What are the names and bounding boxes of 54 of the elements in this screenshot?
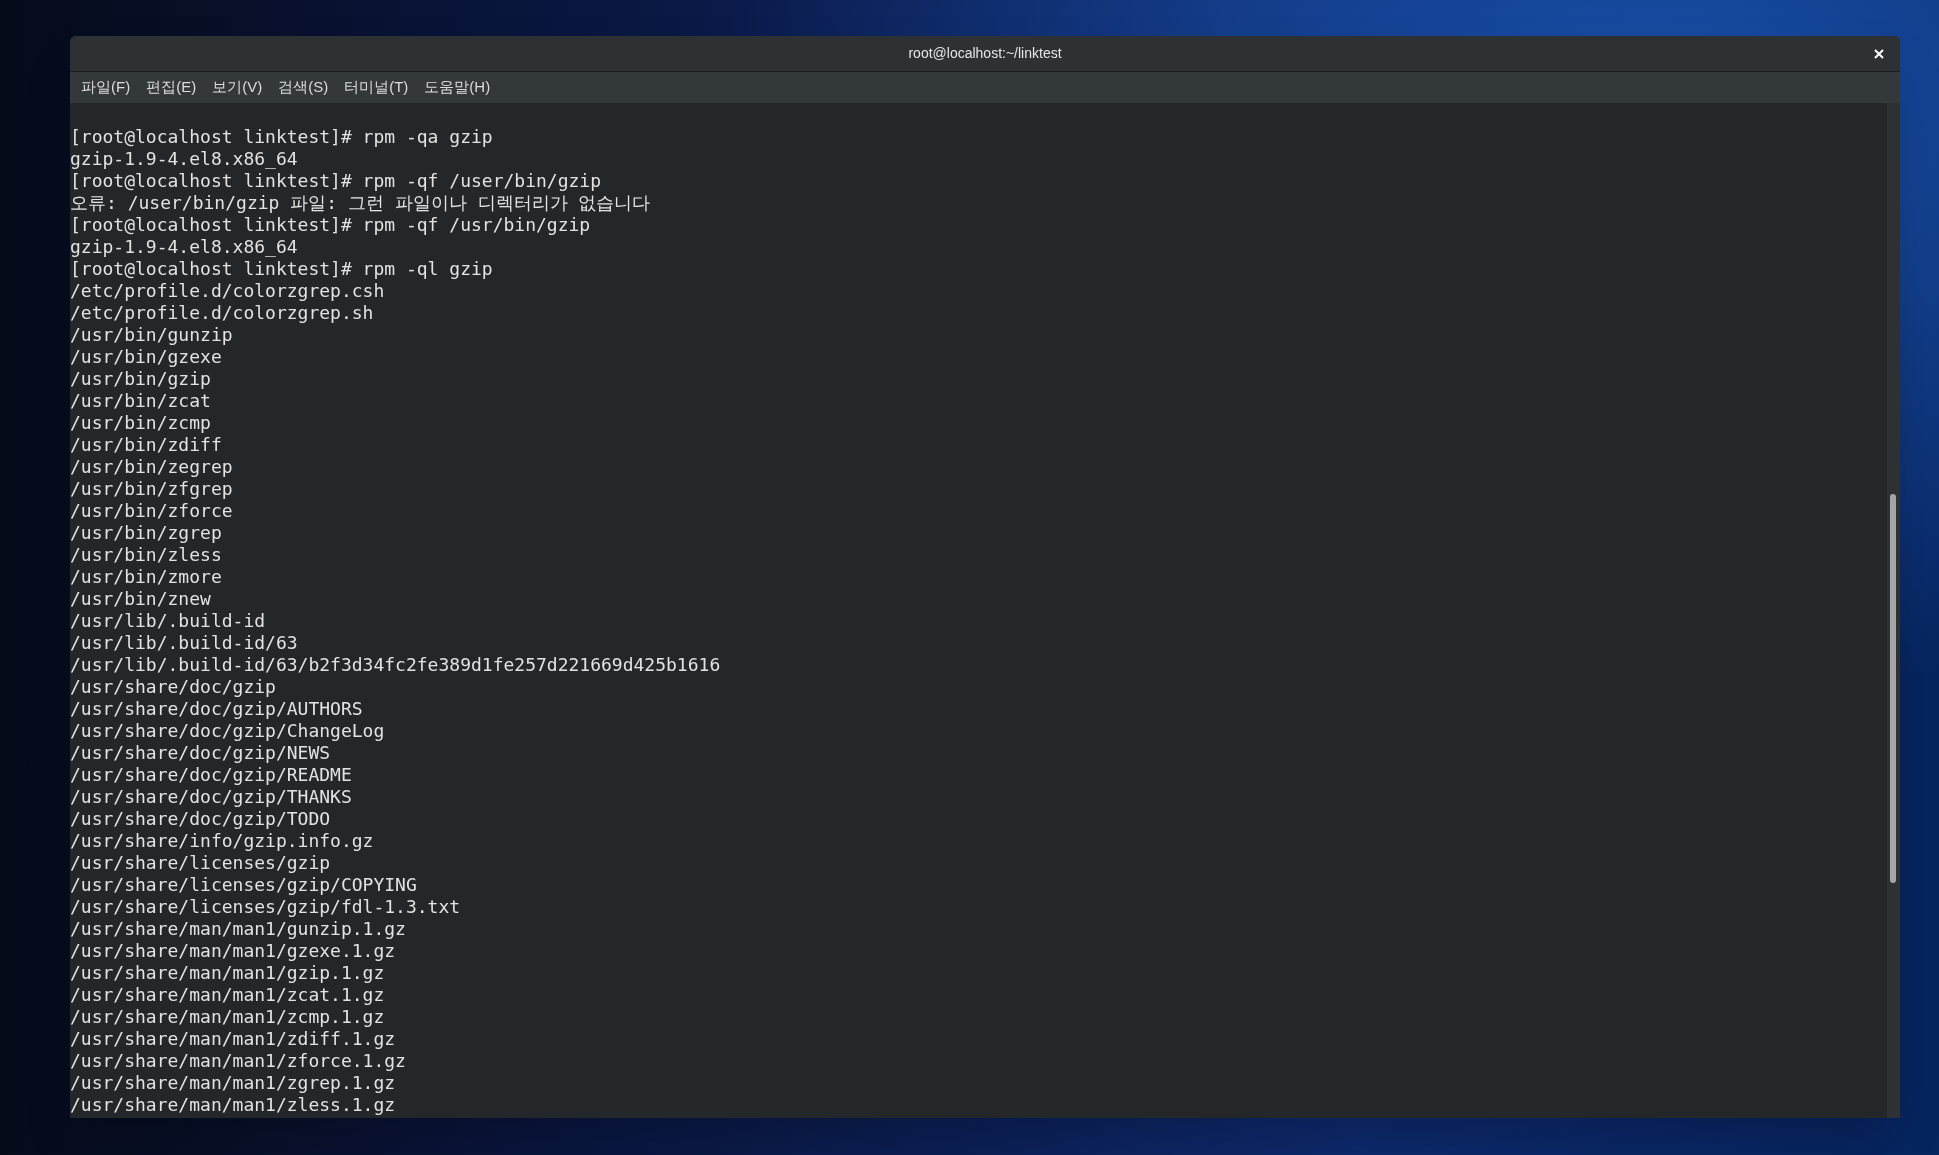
- terminal-line: 오류: /user/bin/gzip 파일: 그런 파일이나 디렉터리가 없습니다: [70, 192, 651, 214]
- terminal-line: /usr/share/doc/gzip: [70, 676, 276, 698]
- menu-item[interactable]: 편집(E): [139, 76, 204, 99]
- terminal-line: /usr/share/licenses/gzip/fdl-1.3.txt: [70, 896, 461, 918]
- terminal-line: gzip-1.9-4.el8.x86_64: [70, 148, 298, 170]
- terminal-line: /usr/bin/zdiff: [70, 434, 222, 456]
- terminal-line: /usr/bin/zcmp: [70, 412, 211, 434]
- scrollbar-thumb[interactable]: [1890, 494, 1896, 883]
- terminal-line: /usr/share/man/man1/zdiff.1.gz: [70, 1028, 396, 1050]
- terminal-line: /usr/lib/.build-id: [70, 610, 266, 632]
- menu-item[interactable]: 터미널(T): [337, 76, 416, 99]
- terminal-line: /usr/share/doc/gzip/NEWS: [70, 742, 331, 764]
- menu-item[interactable]: 도움말(H): [417, 76, 498, 99]
- terminal-line: [root@localhost linktest]# rpm -ql gzip: [70, 258, 493, 280]
- terminal-line: /usr/share/doc/gzip/TODO: [70, 808, 331, 830]
- window-title: root@localhost:~/linktest: [908, 44, 1062, 63]
- terminal-line: /etc/profile.d/colorzgrep.sh: [70, 302, 374, 324]
- terminal-line: /usr/bin/zforce: [70, 500, 233, 522]
- terminal-line: /usr/lib/.build-id/63/b2f3d34fc2fe389d1fe257d221669d425b1616: [70, 654, 721, 676]
- terminal-line: /usr/share/doc/gzip/README: [70, 764, 352, 786]
- terminal-line: /usr/share/licenses/gzip/COPYING: [70, 874, 417, 896]
- terminal-line: /usr/bin/zgrep: [70, 522, 222, 544]
- terminal-line: /usr/share/info/gzip.info.gz: [70, 830, 374, 852]
- terminal-line: /usr/share/doc/gzip/AUTHORS: [70, 698, 363, 720]
- terminal-line: /usr/share/man/man1/zcat.1.gz: [70, 984, 385, 1006]
- terminal-line: /usr/share/man/man1/zgrep.1.gz: [70, 1072, 396, 1094]
- menu-item[interactable]: 검색(S): [271, 76, 336, 99]
- terminal-line: /usr/share/man/man1/gzexe.1.gz: [70, 940, 396, 962]
- terminal-line: /etc/profile.d/colorzgrep.csh: [70, 280, 385, 302]
- terminal-line: /usr/share/man/man1/zcmp.1.gz: [70, 1006, 385, 1028]
- terminal-line: /usr/share/man/man1/zless.1.gz: [70, 1094, 396, 1116]
- terminal-line: /usr/share/man/man1/zforce.1.gz: [70, 1050, 406, 1072]
- terminal-line: /usr/bin/zfgrep: [70, 478, 233, 500]
- menu-item[interactable]: 파일(F): [74, 76, 138, 99]
- terminal-line: [root@localhost linktest]# rpm -qa gzip: [70, 126, 493, 148]
- terminal-line: /usr/bin/zless: [70, 544, 222, 566]
- terminal-line: /usr/share/doc/gzip/ChangeLog: [70, 720, 385, 742]
- terminal-line: /usr/share/doc/gzip/THANKS: [70, 786, 352, 808]
- terminal-line: /usr/bin/znew: [70, 588, 211, 610]
- terminal-line: /usr/share/man/man1/gzip.1.gz: [70, 962, 385, 984]
- terminal-line: /usr/bin/zegrep: [70, 456, 233, 478]
- menu-item[interactable]: 보기(V): [205, 76, 270, 99]
- terminal-line: /usr/bin/gzip: [70, 368, 211, 390]
- terminal-line: /usr/bin/gunzip: [70, 324, 233, 346]
- terminal-line: /usr/share/man/man1/gunzip.1.gz: [70, 918, 406, 940]
- close-icon: [1874, 49, 1884, 59]
- terminal-line: [root@localhost linktest]# rpm -qf /usr/bin/gzip: [70, 214, 591, 236]
- terminal-line: /usr/bin/zcat: [70, 390, 211, 412]
- terminal-line: /usr/lib/.build-id/63: [70, 632, 298, 654]
- terminal-line: /usr/bin/gzexe: [70, 346, 222, 368]
- terminal-line: gzip-1.9-4.el8.x86_64: [70, 236, 298, 258]
- terminal-line: /usr/share/licenses/gzip: [70, 852, 331, 874]
- terminal-line: [root@localhost linktest]# rpm -qf /user/bin/gzip: [70, 170, 601, 192]
- terminal-line: /usr/bin/zmore: [70, 566, 222, 588]
